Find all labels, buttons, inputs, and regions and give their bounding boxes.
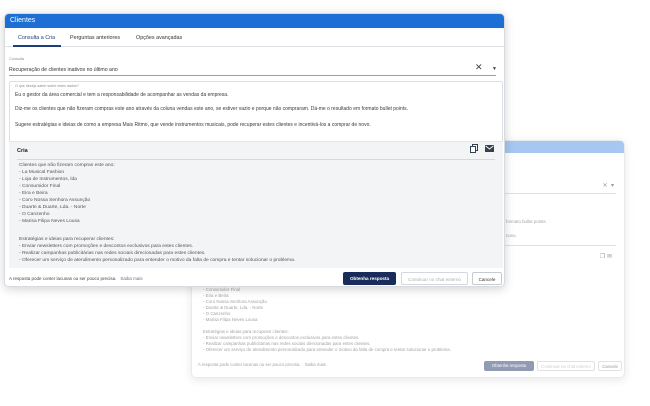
prompt-paragraph: Diz-me os clientes que não fizeram compr… (15, 106, 408, 112)
response-line: Clientes que não fizeram compras este an… (19, 163, 115, 168)
query-select-underline (9, 75, 496, 76)
tab-perguntas-anteriores[interactable]: Perguntas anteriores (70, 35, 120, 41)
background-prompt-snippet-1: formato bullet points. (506, 219, 547, 224)
tab-opcoes-avancadas[interactable]: Opções avançadas (136, 35, 182, 41)
active-tab-indicator (13, 45, 61, 47)
response-line: - Marisa Filipa Neves Lousa (19, 219, 80, 224)
chevron-down-icon[interactable]: ▼ (492, 66, 497, 72)
response-line: Estratégias e ideias para recuperar clie… (19, 237, 115, 242)
response-line: - Oferecer um serviço de atendimento per… (19, 258, 296, 263)
response-line: - Consumidor Final (19, 184, 61, 189)
disclaimer-note: A resposta pode conter lacunas ou ser po… (9, 276, 143, 281)
response-panel: Cria Clientes que não fizeram compras es… (9, 141, 503, 273)
response-divider (17, 159, 495, 160)
dialog-titlebar: Clientes (5, 14, 504, 28)
copy-icon[interactable] (470, 144, 478, 153)
prompt-label: O que deseja saber sobre estes dados? (15, 84, 79, 88)
response-line: - Realizar campanhas publicitárias nas r… (19, 251, 206, 256)
background-response-line: Estratégias e ideias para recuperar clie… (203, 329, 289, 334)
background-response-line: - Realizar campanhas publicitárias nas r… (203, 341, 371, 346)
tab-bar: Consulta a Cria Perguntas anteriores Opç… (5, 28, 504, 47)
response-line: - La Musical Fashion (19, 170, 65, 175)
prompt-paragraph: Sugere estratégias e ideias de como a em… (15, 122, 371, 128)
cancel-button[interactable]: Cancele (472, 272, 502, 285)
query-select-label: Consulta (9, 57, 24, 61)
background-response-icons: ❐ ✉ (599, 254, 612, 260)
background-response-line: - Duarte & Duarte, Lda. - Norte (203, 305, 264, 310)
query-select[interactable]: Recuperação de clientes inativos no últi… (9, 67, 118, 73)
clientes-dialog: Clientes Consulta a Cria Perguntas anter… (4, 13, 505, 287)
background-prompt-snippet-2: novo. (506, 233, 517, 238)
response-line: - O Canzenho (19, 212, 50, 217)
background-response-line: - Coro Nossa Senhora Assunção (203, 299, 267, 304)
background-select-clear-icon: ✕ ▾ (602, 183, 614, 189)
response-line: - Eira e Beira (19, 191, 48, 196)
background-cancel-button: Cancele (598, 361, 622, 371)
background-footer-note: A resposta pode conter lacunas ou ser po… (198, 362, 326, 367)
prompt-paragraph: Eu o gestor da área comercial e tem a re… (15, 92, 229, 98)
background-response-line: - Marisa Filipa Neves Lousa (203, 317, 258, 322)
clear-icon[interactable]: ✕ (475, 62, 483, 73)
dialog-title: Clientes (10, 17, 36, 24)
background-primary-button: Obtenha resposta (484, 361, 534, 371)
get-answer-button[interactable]: Obtenha resposta (343, 272, 396, 285)
tab-consulta-a-cria[interactable]: Consulta a Cria (18, 35, 55, 41)
background-response-line: - Eira e Beira (203, 293, 229, 298)
response-line: - Duarte & Duarte, Lda. - Norte (19, 205, 86, 210)
learn-more-link[interactable]: Saiba mais (120, 276, 142, 281)
dialog-footer: A resposta pode conter lacunas ou ser po… (5, 268, 504, 286)
mail-icon[interactable] (485, 145, 494, 152)
continue-external-chat-button[interactable]: Continuar no chat externo (401, 272, 468, 285)
background-response-line: - Consumidor Final (203, 287, 241, 292)
prompt-textarea[interactable]: O que deseja saber sobre estes dados? Eu… (9, 81, 503, 149)
response-line: - Coro Nossa Senhora Assunção (19, 198, 91, 203)
background-secondary-button: Continuar no chat externo (537, 361, 595, 371)
background-response-line: - Enviar newsletters com promoções e des… (203, 335, 360, 340)
response-line: - Enviar newsletters com promoções e des… (19, 244, 194, 249)
response-line: - Loja de Instrumentos, lda (19, 177, 77, 182)
background-response-line: - Oferecer um serviço de atendimento per… (203, 347, 451, 352)
response-title: Cria (17, 148, 28, 154)
background-response-line: - O Canzenho (203, 311, 231, 316)
